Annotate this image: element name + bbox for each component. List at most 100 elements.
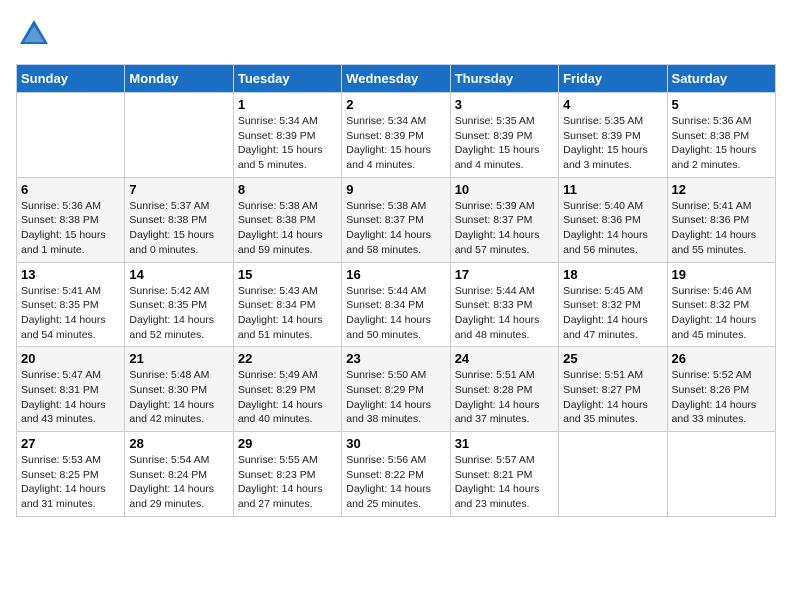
day-info: Sunrise: 5:36 AM Sunset: 8:38 PM Dayligh…	[21, 199, 120, 258]
calendar-header-saturday: Saturday	[667, 65, 775, 93]
day-number: 11	[563, 182, 662, 197]
day-info: Sunrise: 5:51 AM Sunset: 8:28 PM Dayligh…	[455, 368, 554, 427]
day-number: 18	[563, 267, 662, 282]
logo-icon	[16, 16, 52, 52]
calendar-cell: 6 Sunrise: 5:36 AM Sunset: 8:38 PM Daylig…	[17, 177, 125, 262]
calendar-cell	[667, 432, 775, 517]
day-info: Sunrise: 5:38 AM Sunset: 8:38 PM Dayligh…	[238, 199, 337, 258]
day-info: Sunrise: 5:43 AM Sunset: 8:34 PM Dayligh…	[238, 284, 337, 343]
calendar-header-row: SundayMondayTuesdayWednesdayThursdayFrid…	[17, 65, 776, 93]
day-number: 28	[129, 436, 228, 451]
calendar-week-row: 1 Sunrise: 5:34 AM Sunset: 8:39 PM Daylig…	[17, 93, 776, 178]
day-info: Sunrise: 5:35 AM Sunset: 8:39 PM Dayligh…	[563, 114, 662, 173]
day-number: 15	[238, 267, 337, 282]
day-number: 10	[455, 182, 554, 197]
day-number: 2	[346, 97, 445, 112]
calendar-header-sunday: Sunday	[17, 65, 125, 93]
day-info: Sunrise: 5:44 AM Sunset: 8:34 PM Dayligh…	[346, 284, 445, 343]
calendar-cell	[125, 93, 233, 178]
day-number: 30	[346, 436, 445, 451]
calendar-cell: 29Sunrise: 5:55 AM Sunset: 8:23 PM Dayli…	[233, 432, 341, 517]
day-info: Sunrise: 5:40 AM Sunset: 8:36 PM Dayligh…	[563, 199, 662, 258]
calendar-cell: 27Sunrise: 5:53 AM Sunset: 8:25 PM Dayli…	[17, 432, 125, 517]
day-number: 13	[21, 267, 120, 282]
day-info: Sunrise: 5:41 AM Sunset: 8:35 PM Dayligh…	[21, 284, 120, 343]
calendar-header-monday: Monday	[125, 65, 233, 93]
day-number: 19	[672, 267, 771, 282]
day-info: Sunrise: 5:57 AM Sunset: 8:21 PM Dayligh…	[455, 453, 554, 512]
day-number: 23	[346, 351, 445, 366]
calendar-cell: 20 Sunrise: 5:47 AM Sunset: 8:31 PM Dayli…	[17, 347, 125, 432]
day-info: Sunrise: 5:42 AM Sunset: 8:35 PM Dayligh…	[129, 284, 228, 343]
day-number: 5	[672, 97, 771, 112]
calendar-header-friday: Friday	[559, 65, 667, 93]
calendar-cell: 2 Sunrise: 5:34 AM Sunset: 8:39 PM Daylig…	[342, 93, 450, 178]
logo	[16, 16, 56, 52]
calendar-week-row: 13 Sunrise: 5:41 AM Sunset: 8:35 PM Dayli…	[17, 262, 776, 347]
day-number: 21	[129, 351, 228, 366]
day-number: 12	[672, 182, 771, 197]
calendar-week-row: 6 Sunrise: 5:36 AM Sunset: 8:38 PM Daylig…	[17, 177, 776, 262]
calendar-cell: 21 Sunrise: 5:48 AM Sunset: 8:30 PM Dayli…	[125, 347, 233, 432]
calendar-cell: 24 Sunrise: 5:51 AM Sunset: 8:28 PM Dayli…	[450, 347, 558, 432]
day-number: 1	[238, 97, 337, 112]
day-info: Sunrise: 5:39 AM Sunset: 8:37 PM Dayligh…	[455, 199, 554, 258]
calendar-cell: 12Sunrise: 5:41 AM Sunset: 8:36 PM Dayli…	[667, 177, 775, 262]
day-info: Sunrise: 5:46 AM Sunset: 8:32 PM Dayligh…	[672, 284, 771, 343]
calendar-cell: 9Sunrise: 5:38 AM Sunset: 8:37 PM Daylig…	[342, 177, 450, 262]
day-info: Sunrise: 5:34 AM Sunset: 8:39 PM Dayligh…	[238, 114, 337, 173]
day-number: 4	[563, 97, 662, 112]
calendar-cell: 11 Sunrise: 5:40 AM Sunset: 8:36 PM Dayli…	[559, 177, 667, 262]
calendar-cell: 5 Sunrise: 5:36 AM Sunset: 8:38 PM Daylig…	[667, 93, 775, 178]
calendar-header-wednesday: Wednesday	[342, 65, 450, 93]
day-number: 31	[455, 436, 554, 451]
day-number: 3	[455, 97, 554, 112]
day-info: Sunrise: 5:49 AM Sunset: 8:29 PM Dayligh…	[238, 368, 337, 427]
day-info: Sunrise: 5:37 AM Sunset: 8:38 PM Dayligh…	[129, 199, 228, 258]
day-info: Sunrise: 5:36 AM Sunset: 8:38 PM Dayligh…	[672, 114, 771, 173]
day-number: 6	[21, 182, 120, 197]
day-number: 22	[238, 351, 337, 366]
page-header	[16, 16, 776, 52]
day-info: Sunrise: 5:54 AM Sunset: 8:24 PM Dayligh…	[129, 453, 228, 512]
day-number: 29	[238, 436, 337, 451]
calendar-cell: 26 Sunrise: 5:52 AM Sunset: 8:26 PM Dayli…	[667, 347, 775, 432]
calendar-cell: 3 Sunrise: 5:35 AM Sunset: 8:39 PM Daylig…	[450, 93, 558, 178]
calendar-cell: 18 Sunrise: 5:45 AM Sunset: 8:32 PM Dayli…	[559, 262, 667, 347]
day-info: Sunrise: 5:44 AM Sunset: 8:33 PM Dayligh…	[455, 284, 554, 343]
day-number: 9	[346, 182, 445, 197]
calendar-week-row: 27Sunrise: 5:53 AM Sunset: 8:25 PM Dayli…	[17, 432, 776, 517]
day-info: Sunrise: 5:45 AM Sunset: 8:32 PM Dayligh…	[563, 284, 662, 343]
day-number: 20	[21, 351, 120, 366]
day-number: 26	[672, 351, 771, 366]
calendar-cell: 7Sunrise: 5:37 AM Sunset: 8:38 PM Daylig…	[125, 177, 233, 262]
day-info: Sunrise: 5:47 AM Sunset: 8:31 PM Dayligh…	[21, 368, 120, 427]
calendar-cell: 25 Sunrise: 5:51 AM Sunset: 8:27 PM Dayli…	[559, 347, 667, 432]
calendar-cell: 13 Sunrise: 5:41 AM Sunset: 8:35 PM Dayli…	[17, 262, 125, 347]
day-number: 16	[346, 267, 445, 282]
calendar-cell: 28 Sunrise: 5:54 AM Sunset: 8:24 PM Dayli…	[125, 432, 233, 517]
day-info: Sunrise: 5:34 AM Sunset: 8:39 PM Dayligh…	[346, 114, 445, 173]
day-number: 17	[455, 267, 554, 282]
calendar-week-row: 20 Sunrise: 5:47 AM Sunset: 8:31 PM Dayli…	[17, 347, 776, 432]
calendar-cell: 14 Sunrise: 5:42 AM Sunset: 8:35 PM Dayli…	[125, 262, 233, 347]
day-info: Sunrise: 5:52 AM Sunset: 8:26 PM Dayligh…	[672, 368, 771, 427]
calendar-cell: 22 Sunrise: 5:49 AM Sunset: 8:29 PM Dayli…	[233, 347, 341, 432]
calendar-cell: 23Sunrise: 5:50 AM Sunset: 8:29 PM Dayli…	[342, 347, 450, 432]
day-number: 8	[238, 182, 337, 197]
calendar-cell: 31 Sunrise: 5:57 AM Sunset: 8:21 PM Dayli…	[450, 432, 558, 517]
day-number: 14	[129, 267, 228, 282]
calendar-cell: 19 Sunrise: 5:46 AM Sunset: 8:32 PM Dayli…	[667, 262, 775, 347]
calendar-cell: 16 Sunrise: 5:44 AM Sunset: 8:34 PM Dayli…	[342, 262, 450, 347]
day-info: Sunrise: 5:48 AM Sunset: 8:30 PM Dayligh…	[129, 368, 228, 427]
day-number: 27	[21, 436, 120, 451]
day-info: Sunrise: 5:56 AM Sunset: 8:22 PM Dayligh…	[346, 453, 445, 512]
day-info: Sunrise: 5:35 AM Sunset: 8:39 PM Dayligh…	[455, 114, 554, 173]
calendar-cell	[559, 432, 667, 517]
day-number: 25	[563, 351, 662, 366]
calendar-cell: 10 Sunrise: 5:39 AM Sunset: 8:37 PM Dayli…	[450, 177, 558, 262]
calendar-cell: 17 Sunrise: 5:44 AM Sunset: 8:33 PM Dayli…	[450, 262, 558, 347]
calendar-cell: 15 Sunrise: 5:43 AM Sunset: 8:34 PM Dayli…	[233, 262, 341, 347]
day-number: 24	[455, 351, 554, 366]
day-info: Sunrise: 5:51 AM Sunset: 8:27 PM Dayligh…	[563, 368, 662, 427]
